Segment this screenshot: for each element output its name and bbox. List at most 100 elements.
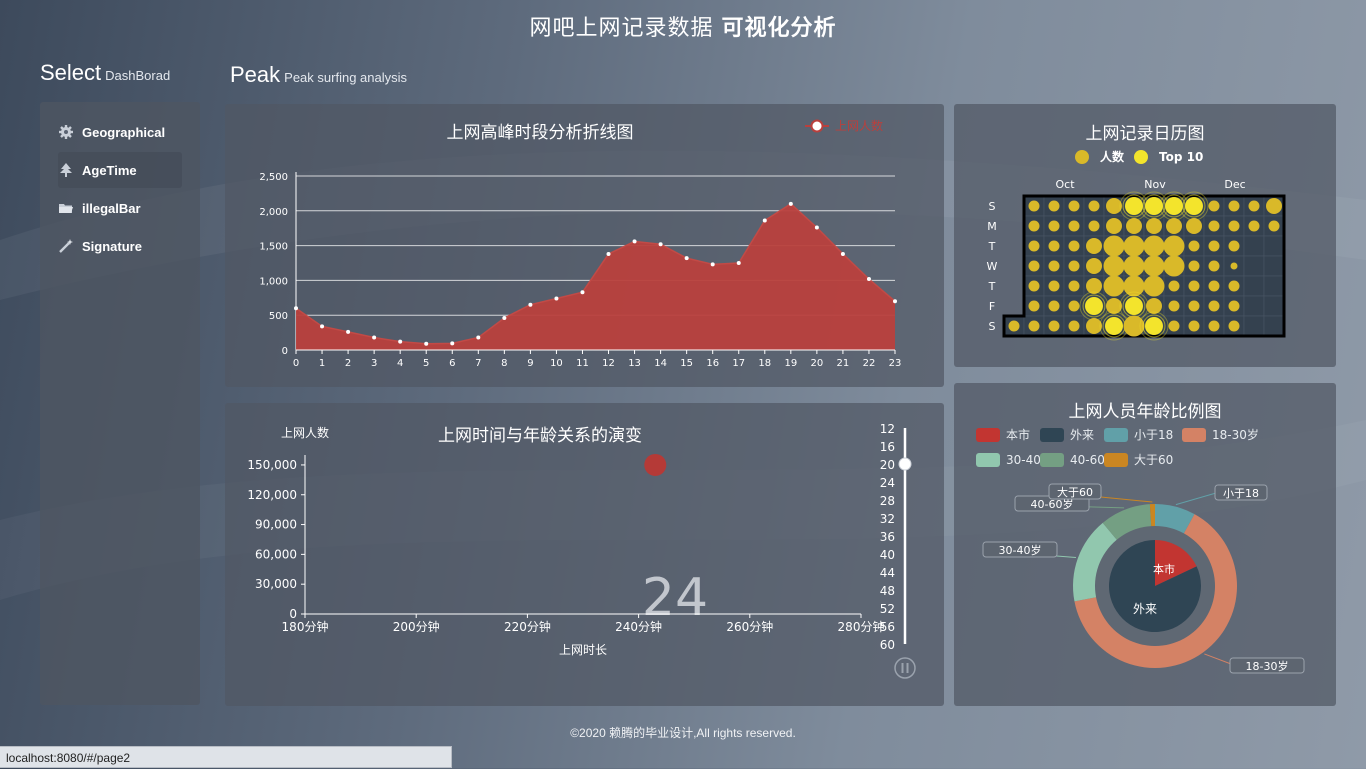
pie-legend-item[interactable]: 本市 xyxy=(976,427,1030,442)
calendar-dot[interactable] xyxy=(1230,262,1238,270)
calendar-dot[interactable] xyxy=(1208,280,1220,292)
pie-legend-item[interactable]: 18-30岁 xyxy=(1182,427,1259,442)
calendar-dot[interactable] xyxy=(1166,218,1182,234)
calendar-dot[interactable] xyxy=(1103,255,1125,277)
timeline-label[interactable]: 24 xyxy=(880,476,895,490)
calendar-dot[interactable] xyxy=(1143,275,1165,297)
line-chart-legend[interactable]: 上网人数 xyxy=(805,118,883,133)
data-point[interactable] xyxy=(450,341,455,346)
sidebar-item-signature[interactable]: Signature xyxy=(58,228,182,264)
calendar-dot[interactable] xyxy=(1086,258,1102,274)
data-point[interactable] xyxy=(684,256,689,261)
calendar-dot[interactable] xyxy=(1048,240,1060,252)
data-point[interactable] xyxy=(320,324,325,329)
calendar-dot[interactable] xyxy=(1168,320,1180,332)
calendar-dot[interactable] xyxy=(1163,255,1185,277)
data-point[interactable] xyxy=(554,296,559,301)
calendar-dot[interactable] xyxy=(1123,235,1145,257)
top10-dot[interactable] xyxy=(1105,317,1123,335)
calendar-dot[interactable] xyxy=(1168,300,1180,312)
calendar-dot[interactable] xyxy=(1208,200,1220,212)
calendar-dot[interactable] xyxy=(1248,220,1260,232)
data-point[interactable] xyxy=(710,262,715,267)
data-point[interactable] xyxy=(840,251,845,256)
calendar-dot[interactable] xyxy=(1143,255,1165,277)
data-point[interactable] xyxy=(814,225,819,230)
sidebar-item-agetime[interactable]: AgeTime xyxy=(58,152,182,188)
top10-dot[interactable] xyxy=(1185,197,1203,215)
calendar-dot[interactable] xyxy=(1088,220,1100,232)
calendar-dot[interactable] xyxy=(1028,200,1040,212)
data-point[interactable] xyxy=(658,242,663,247)
calendar-dot[interactable] xyxy=(1208,300,1220,312)
data-point[interactable] xyxy=(632,239,637,244)
calendar-dot[interactable] xyxy=(1068,240,1080,252)
calendar-dot[interactable] xyxy=(1048,320,1060,332)
timeline-play-button[interactable] xyxy=(894,657,916,679)
data-point[interactable] xyxy=(424,341,429,346)
timeline-label[interactable]: 56 xyxy=(880,620,895,634)
calendar-dot[interactable] xyxy=(1186,218,1202,234)
sidebar-item-geographical[interactable]: Geographical xyxy=(58,114,182,150)
data-point[interactable] xyxy=(788,201,793,206)
calendar-dot[interactable] xyxy=(1088,200,1100,212)
calendar-dot[interactable] xyxy=(1188,240,1200,252)
calendar-dot[interactable] xyxy=(1028,240,1040,252)
timeline-label[interactable]: 16 xyxy=(880,440,895,454)
timeline-label[interactable]: 20 xyxy=(880,458,895,472)
calendar-dot[interactable] xyxy=(1208,220,1220,232)
timeline-label[interactable]: 36 xyxy=(880,530,895,544)
calendar-dot[interactable] xyxy=(1126,218,1142,234)
timeline-label[interactable]: 48 xyxy=(880,584,895,598)
calendar-dot[interactable] xyxy=(1188,280,1200,292)
data-point[interactable] xyxy=(893,299,897,304)
pie-legend-item[interactable]: 外来 xyxy=(1040,428,1094,442)
calendar-legend[interactable]: 人数 Top 10 xyxy=(1075,149,1203,164)
timeline-label[interactable]: 40 xyxy=(880,548,895,562)
data-point[interactable] xyxy=(528,302,533,307)
calendar-dot[interactable] xyxy=(1143,235,1165,257)
calendar-dot[interactable] xyxy=(1103,275,1125,297)
calendar-dot[interactable] xyxy=(1048,280,1060,292)
calendar-dot[interactable] xyxy=(1208,240,1220,252)
data-point[interactable] xyxy=(476,335,481,340)
data-point[interactable] xyxy=(866,277,871,282)
timeline-handle[interactable] xyxy=(898,457,912,471)
data-point[interactable] xyxy=(762,218,767,223)
top10-dot[interactable] xyxy=(1145,317,1163,335)
data-point[interactable] xyxy=(372,335,377,340)
calendar-dot[interactable] xyxy=(1048,300,1060,312)
calendar-dot[interactable] xyxy=(1068,320,1080,332)
top10-dot[interactable] xyxy=(1125,297,1143,315)
scatter-point[interactable] xyxy=(644,453,667,476)
timeline-label[interactable]: 28 xyxy=(880,494,895,508)
calendar-dot[interactable] xyxy=(1068,200,1080,212)
data-point[interactable] xyxy=(398,339,403,344)
calendar-dot[interactable] xyxy=(1146,218,1162,234)
calendar-dot[interactable] xyxy=(1086,238,1102,254)
calendar-dot[interactable] xyxy=(1228,300,1240,312)
calendar-dot[interactable] xyxy=(1266,198,1282,214)
calendar-dot[interactable] xyxy=(1028,220,1040,232)
calendar-dot[interactable] xyxy=(1188,300,1200,312)
timeline-label[interactable]: 44 xyxy=(880,566,895,580)
calendar-dot[interactable] xyxy=(1068,220,1080,232)
timeline-label[interactable]: 12 xyxy=(880,422,895,436)
calendar-dot[interactable] xyxy=(1248,200,1260,212)
calendar-dot[interactable] xyxy=(1106,218,1122,234)
calendar-dot[interactable] xyxy=(1208,260,1220,272)
calendar-dot[interactable] xyxy=(1228,200,1240,212)
sidebar-item-illegalbar[interactable]: illegalBar xyxy=(58,190,182,226)
calendar-dot[interactable] xyxy=(1228,220,1240,232)
calendar-dot[interactable] xyxy=(1268,220,1280,232)
calendar-dot[interactable] xyxy=(1188,260,1200,272)
calendar-dot[interactable] xyxy=(1103,235,1125,257)
timeline-label[interactable]: 60 xyxy=(880,638,895,652)
calendar-dot[interactable] xyxy=(1188,320,1200,332)
calendar-dot[interactable] xyxy=(1028,280,1040,292)
calendar-dot[interactable] xyxy=(1068,300,1080,312)
calendar-dot[interactable] xyxy=(1008,320,1020,332)
pie-legend-item[interactable]: 大于60 xyxy=(1104,453,1173,467)
calendar-dot[interactable] xyxy=(1228,240,1240,252)
top10-dot[interactable] xyxy=(1085,297,1103,315)
